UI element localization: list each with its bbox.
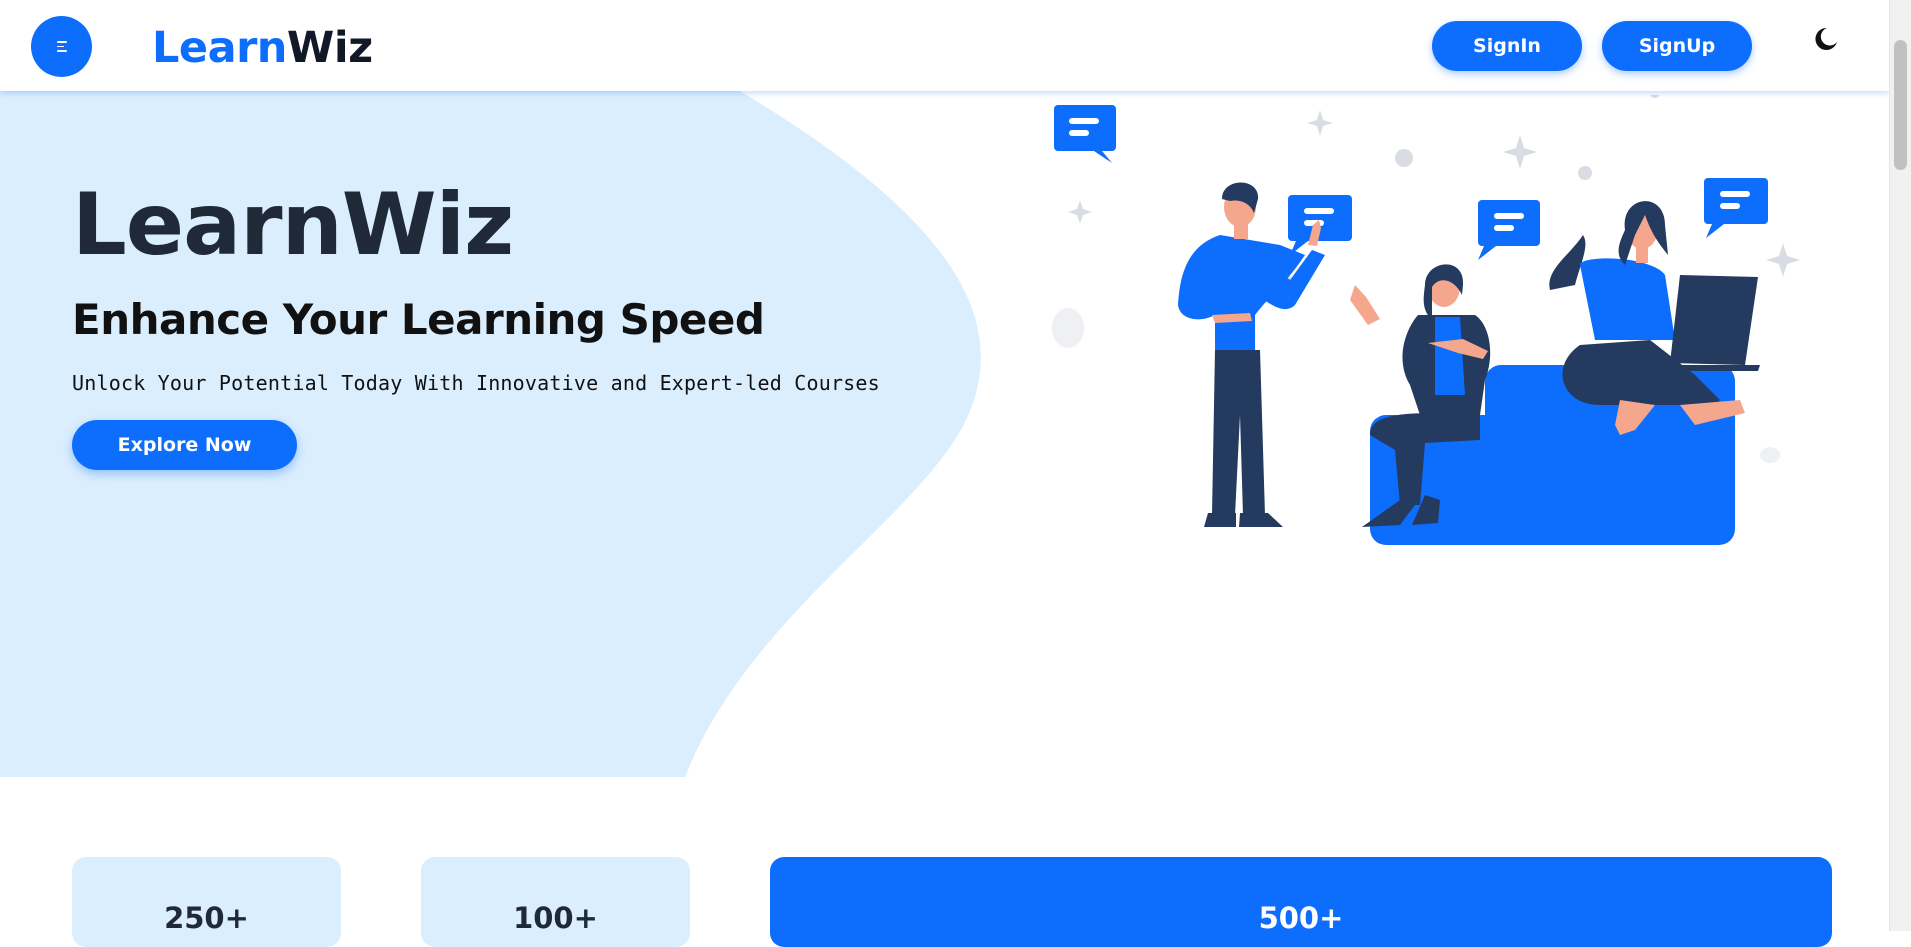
signup-button[interactable]: SignUp bbox=[1602, 21, 1752, 71]
hero-title: LearnWiz bbox=[72, 175, 514, 275]
brand-logo-part1: Learn bbox=[152, 23, 287, 73]
brand-logo-part2: Wiz bbox=[286, 23, 373, 73]
moon-icon bbox=[1815, 27, 1837, 50]
scrollbar-thumb[interactable] bbox=[1894, 40, 1907, 170]
page-scrollbar[interactable] bbox=[1889, 0, 1911, 931]
top-navbar: LearnWiz SignIn SignUp bbox=[0, 0, 1890, 91]
theme-toggle-button[interactable] bbox=[1810, 24, 1840, 54]
explore-now-button[interactable]: Explore Now bbox=[72, 420, 297, 470]
stat-value: 100+ bbox=[513, 901, 598, 935]
stat-card: 100+ bbox=[421, 857, 690, 947]
hero-tagline: Unlock Your Potential Today With Innovat… bbox=[72, 371, 880, 395]
people-discussion-illustration bbox=[1052, 95, 1800, 545]
menu-icon bbox=[56, 41, 67, 52]
stat-value: 500+ bbox=[1258, 901, 1344, 935]
stat-card: 250+ bbox=[72, 857, 341, 947]
signin-button[interactable]: SignIn bbox=[1432, 21, 1582, 71]
stat-value: 250+ bbox=[164, 901, 249, 935]
menu-button[interactable] bbox=[31, 16, 92, 77]
brand-logo[interactable]: LearnWiz bbox=[152, 20, 373, 76]
stat-card-highlight: 500+ bbox=[770, 857, 1832, 947]
hero-subtitle: Enhance Your Learning Speed bbox=[72, 295, 765, 344]
